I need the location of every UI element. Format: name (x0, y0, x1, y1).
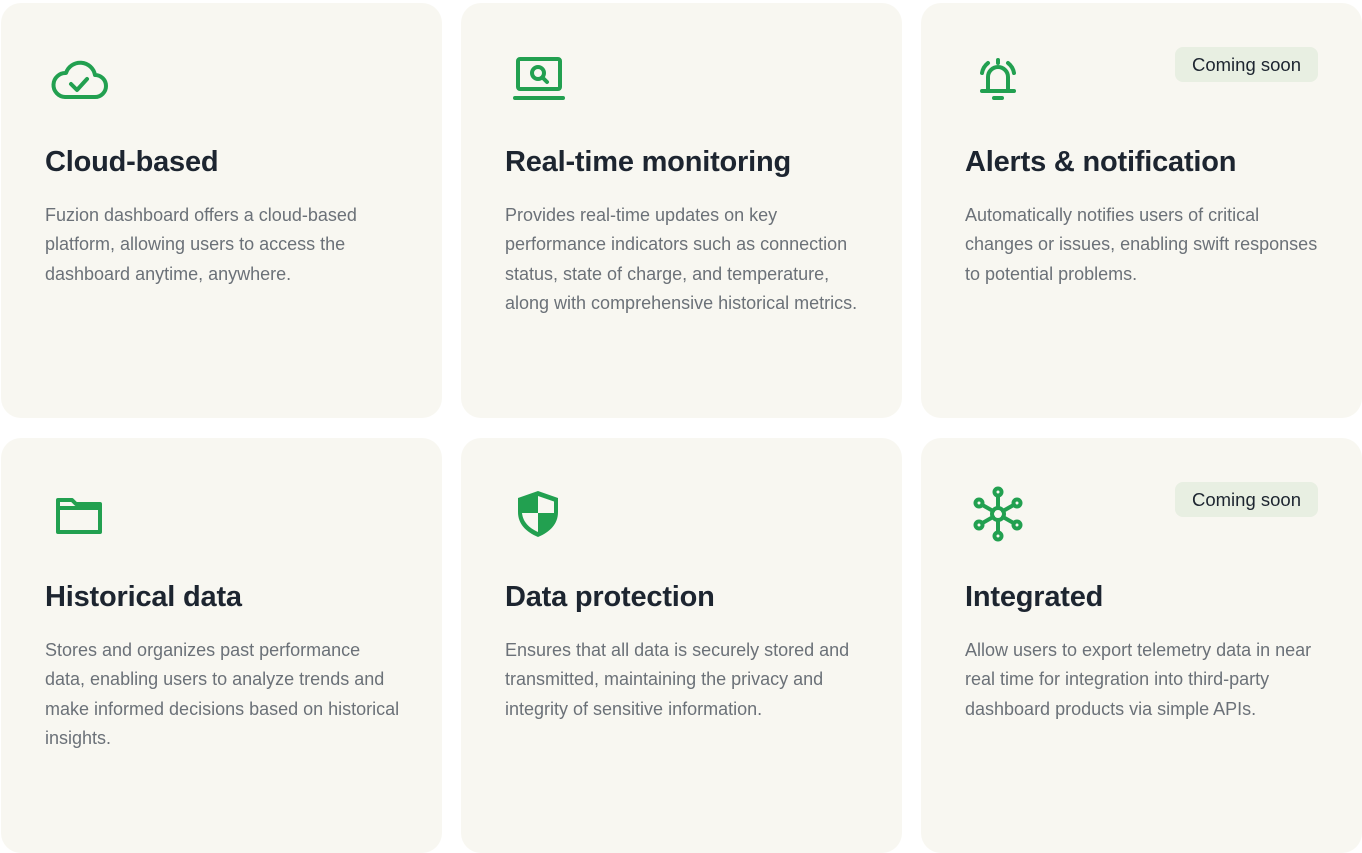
feature-card-historical-data: Historical data Stores and organizes pas… (1, 438, 442, 853)
feature-title: Real-time monitoring (505, 146, 792, 178)
bell-ringing-icon (965, 47, 1031, 111)
feature-title: Alerts & notification (965, 146, 1237, 178)
feature-description: Allow users to export telemetry data in … (965, 640, 1312, 719)
feature-description: Ensures that all data is securely stored… (505, 640, 850, 719)
cloud-check-icon (45, 47, 111, 111)
feature-title: Cloud-based (45, 146, 219, 178)
feature-grid: Cloud-based Fuzion dashboard offers a cl… (0, 0, 1362, 853)
feature-title: Integrated (965, 581, 1104, 613)
feature-description: Provides real-time updates on key perfor… (505, 205, 858, 314)
folder-icon (45, 482, 111, 546)
feature-description: Fuzion dashboard offers a cloud-based pl… (45, 205, 357, 284)
feature-description: Stores and organizes past performance da… (45, 640, 400, 749)
shield-icon (505, 482, 571, 546)
network-hub-icon (965, 482, 1031, 546)
feature-card-integrated: Coming soon Integrated Allow users to ex… (921, 438, 1362, 853)
coming-soon-badge: Coming soon (1174, 482, 1318, 517)
coming-soon-badge: Coming soon (1174, 47, 1318, 82)
feature-card-cloud-based: Cloud-based Fuzion dashboard offers a cl… (1, 3, 442, 418)
feature-card-alerts-notification: Coming soon Alerts & notification Automa… (921, 3, 1362, 418)
feature-description: Automatically notifies users of critical… (965, 205, 1318, 284)
laptop-search-icon (505, 47, 571, 111)
feature-card-real-time-monitoring: Real-time monitoring Provides real-time … (461, 3, 902, 418)
feature-card-data-protection: Data protection Ensures that all data is… (461, 438, 902, 853)
feature-title: Data protection (505, 581, 715, 613)
feature-title: Historical data (45, 581, 242, 613)
